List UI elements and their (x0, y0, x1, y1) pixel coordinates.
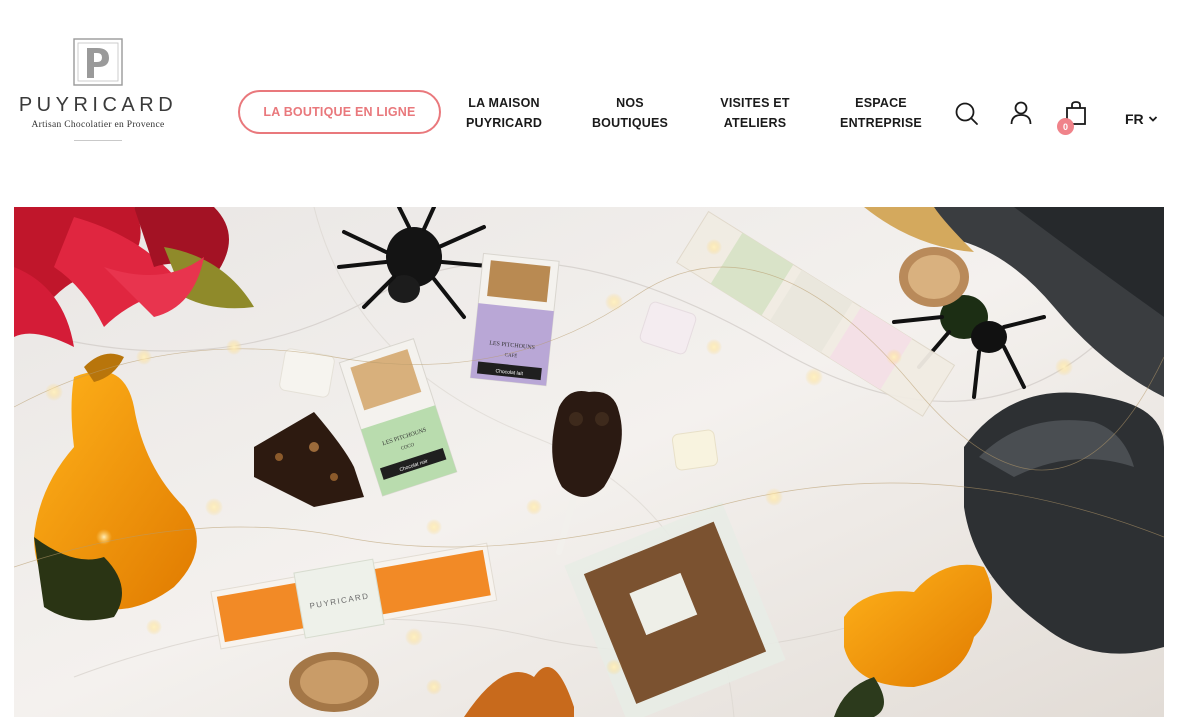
language-label: FR (1125, 111, 1144, 127)
site-header: PUYRICARD Artisan Chocolatier en Provenc… (0, 0, 1177, 200)
online-shop-button[interactable]: LA BOUTIQUE EN LIGNE (238, 90, 441, 134)
nav-item-la-maison[interactable]: LA MAISON PUYRICARD (462, 93, 546, 133)
nav-label-line1: LA MAISON (468, 96, 540, 110)
nav-item-visites-ateliers[interactable]: VISITES ET ATELIERS (715, 93, 795, 133)
brand-tagline: Artisan Chocolatier en Provence (31, 120, 165, 130)
nav-item-espace-entreprise[interactable]: ESPACE ENTREPRISE (838, 93, 924, 133)
nav-label-line2: BOUTIQUES (591, 116, 669, 130)
nav-item-nos-boutiques[interactable]: NOS BOUTIQUES (587, 93, 673, 133)
cart-count-badge: 0 (1057, 118, 1074, 135)
nav-label-line2: PUYRICARD (465, 116, 543, 130)
nav-label-line1: NOS (616, 96, 644, 110)
nav-label-line2: ATELIERS (723, 116, 787, 130)
nav-label-line1: ESPACE (855, 96, 907, 110)
nav-label-line1: VISITES ET (720, 96, 790, 110)
monogram-logo-icon (73, 38, 123, 86)
brand-name: PUYRICARD (18, 94, 178, 116)
user-icon[interactable] (1007, 99, 1035, 127)
brand-logo[interactable]: PUYRICARD Artisan Chocolatier en Provenc… (12, 38, 184, 144)
hero-illustration: LES PITCHOUNS COCO Chocolat noir LES PIT… (14, 207, 1164, 717)
chevron-down-icon (1148, 116, 1157, 122)
logo-divider (74, 140, 122, 141)
search-icon[interactable] (953, 100, 981, 128)
pitchouns-box-cafe: LES PITCHOUNS CAFÉ Chocolat lait (469, 252, 560, 387)
hero-banner[interactable]: LES PITCHOUNS COCO Chocolat noir LES PIT… (14, 207, 1164, 717)
marshmallow (671, 429, 719, 471)
nav-label-line2: ENTREPRISE (840, 116, 922, 130)
language-selector[interactable]: FR (1125, 111, 1158, 127)
